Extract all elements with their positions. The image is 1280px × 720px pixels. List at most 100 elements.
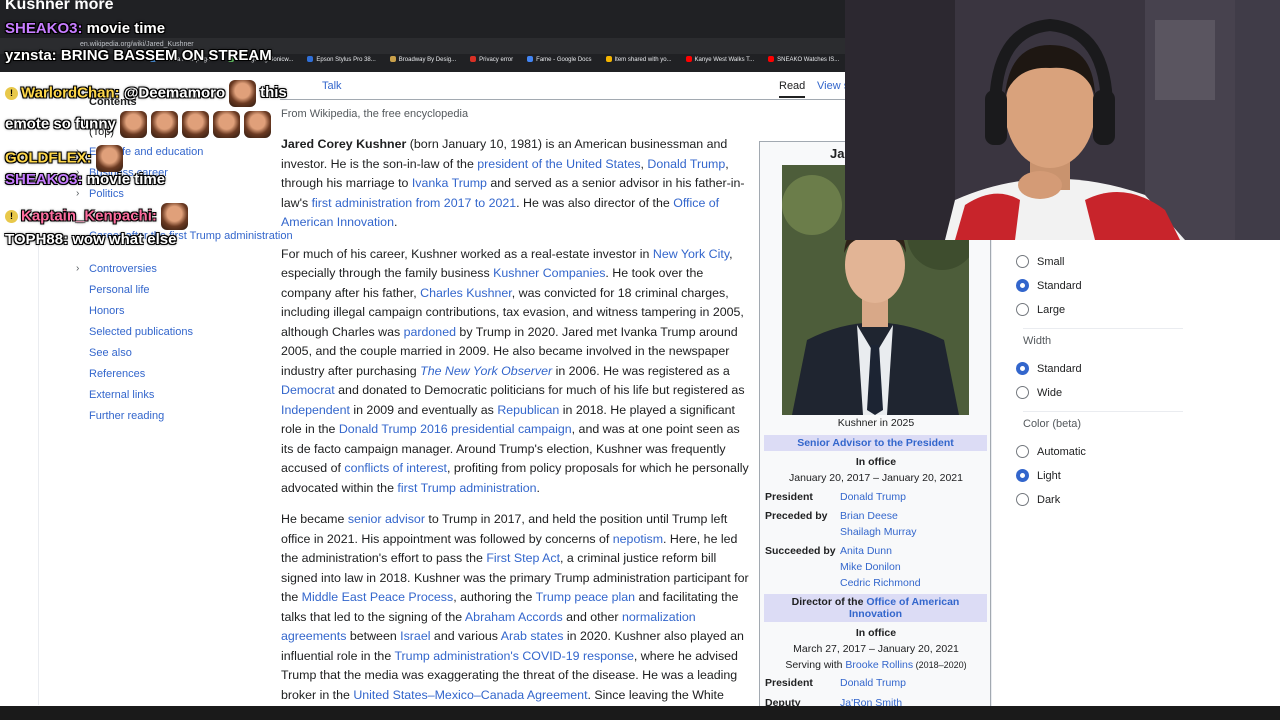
option-label: Automatic [1037,446,1086,458]
toc-item[interactable]: Personal life [89,284,150,296]
bookmark-favicon-icon [470,56,477,62]
emote-icon [243,111,271,138]
bookmark-item[interactable]: Broadway By Desig... [389,56,456,70]
tab-talk[interactable]: Talk [322,80,342,92]
article-link[interactable]: Kushner Companies [493,266,605,280]
article-link[interactable]: Republican [497,403,559,417]
chat-username: GOLDFLEX: [5,149,92,167]
chat-username: SHEAKO3: [5,20,83,37]
article-link[interactable]: Arab states [501,629,564,643]
article-link[interactable]: First Step Act [486,551,560,565]
option-label: Standard [1037,280,1082,292]
toc-item[interactable]: Selected publications [89,326,193,338]
chevron-right-icon[interactable]: › [76,263,79,274]
bookmark-item[interactable]: Kanye West Walks T... [685,56,754,70]
tab-read[interactable]: Read [779,80,806,98]
article-link[interactable]: Trump administration's COVID-19 response [394,649,633,663]
emote-icon [150,111,178,138]
infobox-section-header[interactable]: Senior Advisor to the President [764,435,987,451]
article-link[interactable]: United States–Mexico–Canada Agreement [353,688,587,702]
article-link[interactable]: nepotism [613,532,663,546]
article-link[interactable]: conflicts of interest [344,461,447,475]
president-link[interactable]: Donald Trump [840,677,906,689]
article-link[interactable]: president of the United States [477,157,640,171]
taskbar-strip [0,706,1280,720]
radio-button[interactable] [1016,303,1029,316]
radio-button[interactable] [1016,469,1029,482]
emote-icon [119,111,147,138]
chat-text: movie time [82,171,166,188]
article-body: Jared Corey Kushner (born January 10, 19… [281,135,751,720]
preceded-by-link[interactable]: Brian Deese [840,510,898,522]
bookmark-label: SNEAKO Watches IS... [777,57,840,63]
bookmark-item[interactable]: Epson Stylus Pro 38... [307,56,376,70]
infobox-section-header: Director of the Office of American Innov… [764,594,987,622]
chat-message: ! WarlordChan: @Deemamoro this [5,80,287,107]
site-sub: From Wikipedia, the free encyclopedia [281,108,469,120]
radio-button[interactable] [1016,386,1029,399]
chat-text: wow what else [68,231,177,248]
article-link[interactable]: Abraham Accords [465,610,563,624]
bookmark-favicon-icon [605,56,612,62]
article-link[interactable]: Donald Trump [647,157,725,171]
article-link[interactable]: The New York Observer [420,364,552,378]
article-link[interactable]: Ivanka Trump [412,176,487,190]
mod-badge-icon: ! [5,87,18,101]
stream-title: Kushner more [5,0,114,13]
toc-item[interactable]: Politics [89,188,124,200]
bookmark-item[interactable]: Fame - Google Docs [527,56,592,70]
toc-item[interactable]: References [89,368,145,380]
radio-button[interactable] [1016,362,1029,375]
article-link[interactable]: pardoned [404,325,456,339]
succeeded-by-link[interactable]: Anita Dunn [840,545,892,557]
bookmark-label: Item shared with yo... [614,57,672,63]
toc-item[interactable]: Further reading [89,410,164,422]
bookmark-item[interactable]: Privacy error [470,56,513,70]
article-paragraph: Jared Corey Kushner (born January 10, 19… [281,135,751,233]
article-link[interactable]: Independent [281,403,350,417]
succeeded-by-link[interactable]: Cedric Richmond [840,577,921,589]
succeeded-by-link[interactable]: Mike Donilon [840,561,901,573]
article-link[interactable]: Israel [400,629,430,643]
bookmark-label: Epson Stylus Pro 38... [316,57,376,63]
serving-with-link[interactable]: Brooke Rollins [845,659,913,671]
article-text: between [346,629,401,643]
article-text: . [536,480,540,495]
article-text: and other [562,609,622,624]
bookmark-item[interactable]: Item shared with yo... [605,56,672,70]
article-link[interactable]: Charles Kushner [420,286,512,300]
article-link[interactable]: New York City [653,247,729,261]
toc-item[interactable]: Honors [89,305,124,317]
in-office-label: In office [855,627,897,639]
toc-item[interactable]: See also [89,347,132,359]
article-link[interactable]: first Trump administration [397,481,536,495]
article-link[interactable]: Trump peace plan [536,590,635,604]
article-link[interactable]: Middle East Peace Process [302,590,454,604]
radio-button[interactable] [1016,445,1029,458]
preceded-by-link[interactable]: Shailagh Murray [840,526,916,538]
chat-message: ! Kaptain_Kenpachi: [5,203,188,230]
radio-button[interactable] [1016,279,1029,292]
bookmark-label: Fame - Google Docs [536,57,592,63]
toc-item[interactable]: External links [89,389,154,401]
article-link[interactable]: first administration from 2017 to 2021 [312,196,517,210]
option-label: Standard [1037,363,1082,375]
bookmark-item[interactable]: SNEAKO Watches IS... [768,56,839,70]
president-link[interactable]: Donald Trump [840,491,906,503]
emote-icon [229,80,257,107]
article-link[interactable]: senior advisor [348,512,425,526]
president-label: President [765,677,813,689]
article-link[interactable]: Donald Trump 2016 presidential campaign [339,422,572,436]
chevron-right-icon[interactable]: › [76,188,79,199]
color-label: Color (beta) [1023,418,1082,430]
bookmark-favicon-icon [527,56,534,62]
succeeded-by-label: Succeeded by [765,545,836,557]
toc-item[interactable]: Controversies [89,263,157,275]
radio-button[interactable] [1016,255,1029,268]
article-link[interactable]: Democrat [281,383,335,397]
article-text: He became [281,512,348,526]
chat-text: BRING BASSEM ON STREAM [56,47,272,64]
chat-username: yznsta: [5,47,57,64]
radio-button[interactable] [1016,493,1029,506]
office-link[interactable]: Office of American Innovation [849,596,959,620]
